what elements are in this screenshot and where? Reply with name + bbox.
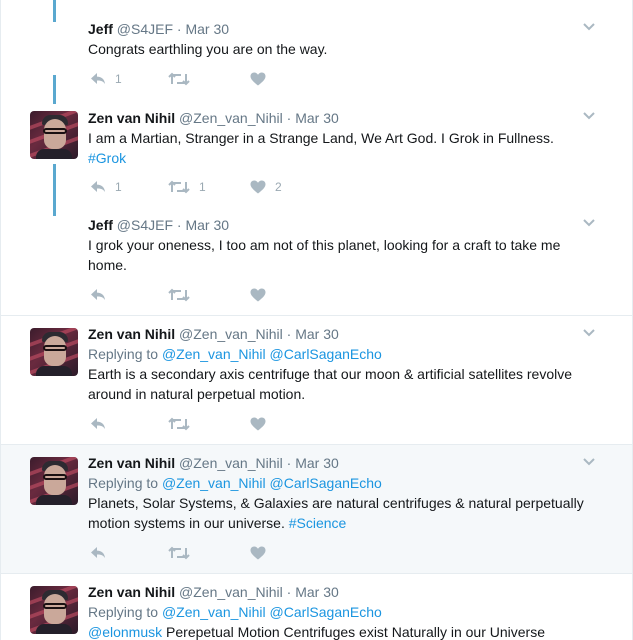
tweet[interactable]: Zen van Nihil @Zen_van_Nihil · Mar 30 Re… xyxy=(1,445,632,573)
chevron-down-icon[interactable] xyxy=(583,112,595,124)
separator-dot: · xyxy=(176,217,182,233)
tweet[interactable]: Jeff @S4JEF · Mar 30 I grok your oneness… xyxy=(1,206,632,315)
reply-icon xyxy=(90,288,106,302)
tweet-date[interactable]: Mar 30 xyxy=(185,21,229,37)
replying-to: Replying to @Zen_van_Nihil @CarlSaganEch… xyxy=(88,604,382,620)
like-count: 2 xyxy=(275,180,282,194)
hashtag-link[interactable]: #Science xyxy=(289,515,347,531)
retweet-icon xyxy=(168,180,190,194)
hashtag-link[interactable]: #Grok xyxy=(88,150,126,166)
tweet-text: Congrats earthling you are on the way. xyxy=(88,41,328,57)
reply-button[interactable] xyxy=(90,415,106,433)
tweet[interactable]: Jeff @S4JEF · Mar 30 Congrats earthling … xyxy=(1,0,632,100)
avatar[interactable] xyxy=(30,328,78,376)
like-button[interactable]: 2 xyxy=(250,178,282,196)
tweet-date[interactable]: Mar 30 xyxy=(295,584,339,600)
heart-icon xyxy=(250,180,266,194)
user-handle[interactable]: @Zen_van_Nihil xyxy=(179,326,283,342)
user-name[interactable]: Jeff xyxy=(88,21,113,37)
mention-link[interactable]: @CarlSaganEcho xyxy=(270,604,382,620)
separator-dot: · xyxy=(286,110,292,126)
tweet-text: @elonmusk Perepetual Motion Centrifuges … xyxy=(88,624,545,640)
avatar[interactable] xyxy=(30,457,78,505)
retweet-icon xyxy=(168,546,190,560)
retweet-count: 1 xyxy=(199,180,206,194)
tweet-date[interactable]: Mar 30 xyxy=(295,455,339,471)
retweet-icon xyxy=(168,417,190,431)
heart-icon xyxy=(250,288,266,302)
reply-icon xyxy=(90,72,106,86)
user-handle[interactable]: @Zen_van_Nihil xyxy=(179,455,283,471)
mention-link[interactable]: @Zen_van_Nihil xyxy=(162,604,266,620)
user-handle[interactable]: @Zen_van_Nihil xyxy=(179,110,283,126)
chevron-down-icon[interactable] xyxy=(583,219,595,231)
tweet-header: Zen van Nihil @Zen_van_Nihil · Mar 30 xyxy=(88,455,339,471)
replying-to: Replying to @Zen_van_Nihil @CarlSaganEch… xyxy=(88,475,382,491)
reply-icon xyxy=(90,180,106,194)
like-button[interactable] xyxy=(250,286,266,304)
tweet-header: Jeff @S4JEF · Mar 30 xyxy=(88,21,229,37)
retweet-icon xyxy=(168,288,190,302)
retweet-button[interactable] xyxy=(168,70,199,88)
separator-dot: · xyxy=(286,326,292,342)
separator-dot: · xyxy=(176,21,182,37)
chevron-down-icon[interactable] xyxy=(583,329,595,341)
retweet-button[interactable] xyxy=(168,544,190,562)
heart-icon xyxy=(250,417,266,431)
separator-dot: · xyxy=(286,584,292,600)
mention-link[interactable]: @CarlSaganEcho xyxy=(270,346,382,362)
user-name[interactable]: Jeff xyxy=(88,217,113,233)
retweet-button[interactable] xyxy=(168,415,190,433)
chevron-down-icon[interactable] xyxy=(583,458,595,470)
tweet-text: Planets, Solar Systems, & Galaxies are n… xyxy=(88,495,584,531)
user-handle[interactable]: @Zen_van_Nihil xyxy=(179,584,283,600)
reply-button[interactable] xyxy=(90,286,106,304)
tweet[interactable]: Zen van Nihil @Zen_van_Nihil · Mar 30 Re… xyxy=(1,316,632,444)
mention-link[interactable]: @Zen_van_Nihil xyxy=(162,475,266,491)
reply-count: 1 xyxy=(115,72,122,86)
chevron-down-icon[interactable] xyxy=(583,23,595,35)
heart-icon xyxy=(250,546,266,560)
separator-dot: · xyxy=(286,455,292,471)
tweet-date[interactable]: Mar 30 xyxy=(295,326,339,342)
timeline-frame: Jeff @S4JEF · Mar 30 Congrats earthling … xyxy=(0,0,633,640)
reply-count: 1 xyxy=(115,180,122,194)
retweet-button[interactable]: 1 xyxy=(168,178,206,196)
tweet-text: Earth is a secondary axis centrifuge tha… xyxy=(88,366,573,402)
tweet[interactable]: Zen van Nihil @Zen_van_Nihil · Mar 30 Re… xyxy=(1,574,632,640)
like-button[interactable] xyxy=(250,544,266,562)
tweet-text: I grok your oneness, I too am not of thi… xyxy=(88,237,561,273)
tweet-date[interactable]: Mar 30 xyxy=(185,217,229,233)
tweet-header: Zen van Nihil @Zen_van_Nihil · Mar 30 xyxy=(88,110,339,126)
tweet[interactable]: Zen van Nihil @Zen_van_Nihil · Mar 30 I … xyxy=(1,100,632,206)
avatar[interactable] xyxy=(30,586,78,634)
retweet-icon xyxy=(168,72,190,86)
tweet-date[interactable]: Mar 30 xyxy=(295,110,339,126)
reply-button[interactable]: 1 xyxy=(90,70,122,88)
tweet-header: Zen van Nihil @Zen_van_Nihil · Mar 30 xyxy=(88,584,339,600)
replying-to: Replying to @Zen_van_Nihil @CarlSaganEch… xyxy=(88,346,382,362)
user-name[interactable]: Zen van Nihil xyxy=(88,326,175,342)
tweet-text: I am a Martian, Stranger in a Strange La… xyxy=(88,130,554,166)
user-name[interactable]: Zen van Nihil xyxy=(88,455,175,471)
like-button[interactable] xyxy=(250,415,266,433)
avatar[interactable] xyxy=(30,111,78,159)
mention-link[interactable]: @CarlSaganEcho xyxy=(270,475,382,491)
reply-button[interactable]: 1 xyxy=(90,178,122,196)
tweet-header: Jeff @S4JEF · Mar 30 xyxy=(88,217,229,233)
heart-icon xyxy=(250,72,266,86)
mention-link[interactable]: @elonmusk xyxy=(88,624,162,640)
like-button[interactable] xyxy=(250,70,275,88)
user-handle[interactable]: @S4JEF xyxy=(117,21,173,37)
user-name[interactable]: Zen van Nihil xyxy=(88,584,175,600)
user-name[interactable]: Zen van Nihil xyxy=(88,110,175,126)
reply-icon xyxy=(90,417,106,431)
reply-icon xyxy=(90,546,106,560)
reply-button[interactable] xyxy=(90,544,106,562)
user-handle[interactable]: @S4JEF xyxy=(117,217,173,233)
mention-link[interactable]: @Zen_van_Nihil xyxy=(162,346,266,362)
tweet-header: Zen van Nihil @Zen_van_Nihil · Mar 30 xyxy=(88,326,339,342)
retweet-button[interactable] xyxy=(168,286,190,304)
